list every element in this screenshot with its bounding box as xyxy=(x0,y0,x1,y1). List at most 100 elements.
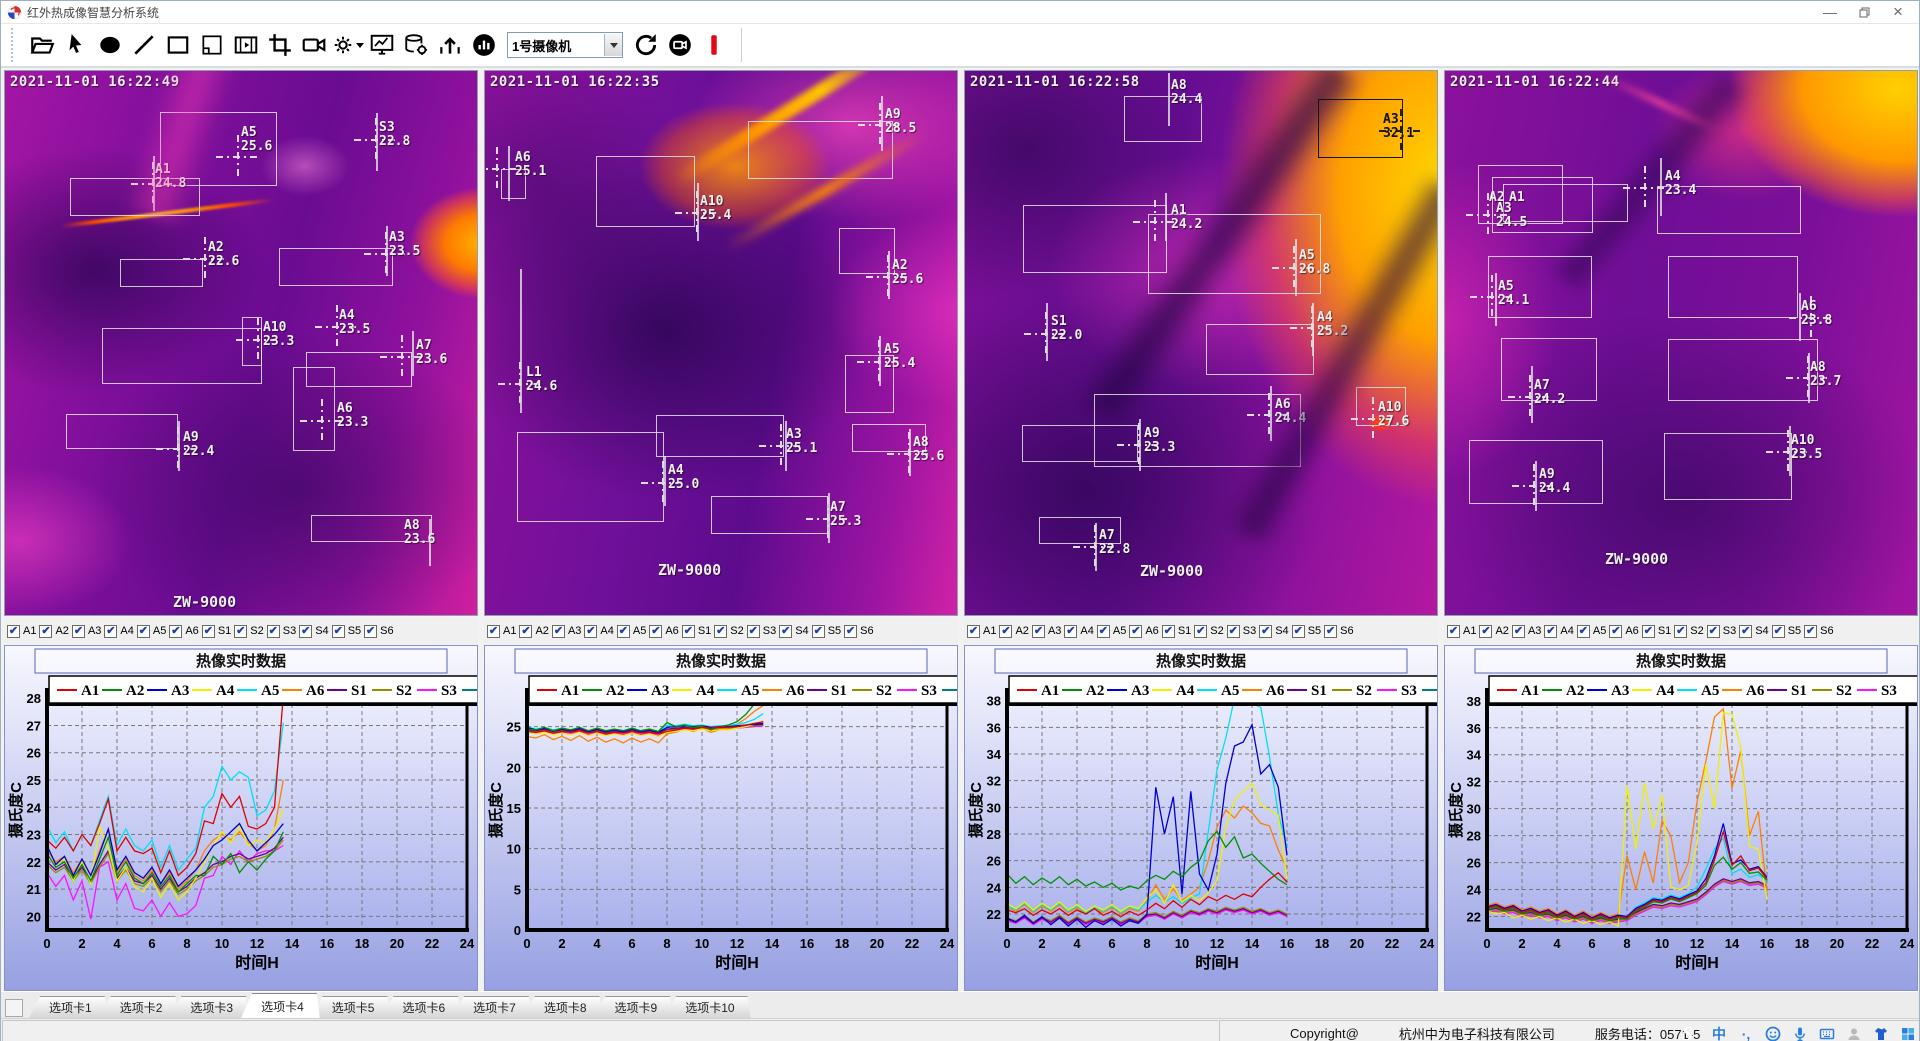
checkbox-a1[interactable]: ✔A1 xyxy=(7,625,36,638)
checkbox-a5[interactable]: ✔A5 xyxy=(137,625,166,638)
upload-button[interactable] xyxy=(434,29,466,61)
skin-icon[interactable] xyxy=(1872,1025,1890,1041)
minimize-button[interactable]: — xyxy=(1813,2,1847,22)
tab-选项卡10[interactable]: 选项卡10 xyxy=(665,996,750,1018)
checkbox-s1[interactable]: ✔S1 xyxy=(202,625,231,638)
roi-box-a3[interactable] xyxy=(656,415,784,457)
checkbox-s5[interactable]: ✔S5 xyxy=(812,625,841,638)
checkbox-s2[interactable]: ✔S2 xyxy=(1674,625,1703,638)
checkbox-s4[interactable]: ✔S4 xyxy=(1259,625,1288,638)
roi-box-a10[interactable] xyxy=(242,317,262,366)
roi-box-a6[interactable] xyxy=(293,367,335,451)
monitor-chart-button[interactable] xyxy=(366,29,398,61)
checkbox-s5[interactable]: ✔S5 xyxy=(332,625,361,638)
checkbox-a2[interactable]: ✔A2 xyxy=(1479,625,1508,638)
checkbox-a6[interactable]: ✔A6 xyxy=(1609,625,1638,638)
checkbox-a5[interactable]: ✔A5 xyxy=(1577,625,1606,638)
checkbox-s6[interactable]: ✔S6 xyxy=(1324,625,1353,638)
tab-选项卡6[interactable]: 选项卡6 xyxy=(382,996,461,1018)
checkbox-s3[interactable]: ✔S3 xyxy=(1707,625,1736,638)
roi-box-a4[interactable] xyxy=(517,432,664,522)
checkbox-s2[interactable]: ✔S2 xyxy=(714,625,743,638)
checkbox-a3[interactable]: ✔A3 xyxy=(1032,625,1061,638)
checkbox-a1[interactable]: ✔A1 xyxy=(1447,625,1476,638)
stats-circle-button[interactable] xyxy=(468,29,500,61)
camera-select[interactable]: 1号摄像机 xyxy=(507,32,623,58)
checkbox-s4[interactable]: ✔S4 xyxy=(299,625,328,638)
checkbox-a4[interactable]: ✔A4 xyxy=(1544,625,1573,638)
rect-tool-button[interactable] xyxy=(162,29,194,61)
roi-box-a10[interactable] xyxy=(1664,433,1792,500)
checkbox-s4[interactable]: ✔S4 xyxy=(1739,625,1768,638)
checkbox-a1[interactable]: ✔A1 xyxy=(487,625,516,638)
checkbox-a1[interactable]: ✔A1 xyxy=(967,625,996,638)
checkbox-a4[interactable]: ✔A4 xyxy=(104,625,133,638)
alert-red-button[interactable] xyxy=(698,29,730,61)
punctuation-icon[interactable]: ·, xyxy=(1737,1025,1755,1041)
checkbox-a4[interactable]: ✔A4 xyxy=(584,625,613,638)
video-frame-button[interactable] xyxy=(230,29,262,61)
roi-box-a10[interactable] xyxy=(102,328,262,384)
checkbox-a2[interactable]: ✔A2 xyxy=(999,625,1028,638)
keyboard-icon[interactable] xyxy=(1818,1025,1836,1041)
checkbox-a6[interactable]: ✔A6 xyxy=(1129,625,1158,638)
line-tool-button[interactable] xyxy=(128,29,160,61)
checkbox-s4[interactable]: ✔S4 xyxy=(779,625,808,638)
checkbox-a5[interactable]: ✔A5 xyxy=(1097,625,1126,638)
select-cursor-button[interactable] xyxy=(60,29,92,61)
checkbox-s6[interactable]: ✔S6 xyxy=(844,625,873,638)
checkbox-s6[interactable]: ✔S6 xyxy=(364,625,393,638)
checkbox-s3[interactable]: ✔S3 xyxy=(747,625,776,638)
capture-circle-button[interactable] xyxy=(664,29,696,61)
thermal-image-2[interactable]: 2021-11-01 16:22:35ZW-9000A6 25.1A10 25.… xyxy=(484,70,958,616)
tab-选项卡7[interactable]: 选项卡7 xyxy=(453,996,532,1018)
checkbox-s1[interactable]: ✔S1 xyxy=(682,625,711,638)
sogou-logo-icon[interactable]: S xyxy=(1674,1021,1701,1041)
roi-box-a9[interactable] xyxy=(66,414,178,449)
roi-box-a2[interactable] xyxy=(839,228,895,274)
checkbox-a5[interactable]: ✔A5 xyxy=(617,625,646,638)
mic-icon[interactable] xyxy=(1791,1025,1809,1041)
thermal-image-3[interactable]: 2021-11-01 16:22:58ZW-9000A8 24.4A3 32.1… xyxy=(964,70,1438,616)
checkbox-s1[interactable]: ✔S1 xyxy=(1162,625,1191,638)
checkbox-s3[interactable]: ✔S3 xyxy=(1227,625,1256,638)
close-button[interactable]: × xyxy=(1881,2,1915,22)
checkbox-s1[interactable]: ✔S1 xyxy=(1642,625,1671,638)
checkbox-s3[interactable]: ✔S3 xyxy=(267,625,296,638)
roi-box-a8[interactable] xyxy=(1668,339,1818,401)
refresh-button[interactable] xyxy=(630,29,662,61)
roi-box-a3[interactable] xyxy=(279,248,393,286)
user-icon[interactable] xyxy=(1845,1025,1863,1041)
database-config-button[interactable] xyxy=(400,29,432,61)
checkbox-a2[interactable]: ✔A2 xyxy=(39,625,68,638)
emoji-icon[interactable] xyxy=(1764,1025,1782,1041)
tab-选项卡3[interactable]: 选项卡3 xyxy=(170,996,249,1018)
tab-选项卡4[interactable]: 选项卡4 xyxy=(241,993,320,1018)
thermal-image-4[interactable]: 2021-11-01 16:22:44ZW-9000A2A1A3 24.5A4 … xyxy=(1444,70,1918,616)
checkbox-a3[interactable]: ✔A3 xyxy=(1512,625,1541,638)
checkbox-a2[interactable]: ✔A2 xyxy=(519,625,548,638)
open-folder-button[interactable] xyxy=(26,29,58,61)
roi-box-a4[interactable] xyxy=(1206,324,1314,375)
checkbox-a3[interactable]: ✔A3 xyxy=(72,625,101,638)
restore-button[interactable] xyxy=(1847,2,1881,22)
roi-box-a10[interactable] xyxy=(596,156,695,227)
checkbox-a3[interactable]: ✔A3 xyxy=(552,625,581,638)
roi-box-a9[interactable] xyxy=(748,121,893,179)
checkbox-s6[interactable]: ✔S6 xyxy=(1804,625,1833,638)
toolbox-icon[interactable] xyxy=(1899,1025,1917,1041)
camera-select-dropdown-button[interactable] xyxy=(604,34,622,56)
tab-选项卡8[interactable]: 选项卡8 xyxy=(524,996,603,1018)
roi-box-a1[interactable] xyxy=(1023,205,1167,273)
roi-box-a6[interactable] xyxy=(1668,256,1798,318)
camera-tool-button[interactable] xyxy=(298,29,330,61)
tab-选项卡5[interactable]: 选项卡5 xyxy=(312,996,391,1018)
region-tool-button[interactable] xyxy=(196,29,228,61)
tab-选项卡2[interactable]: 选项卡2 xyxy=(100,996,179,1018)
checkbox-a4[interactable]: ✔A4 xyxy=(1064,625,1093,638)
settings-gear-button[interactable] xyxy=(332,29,364,61)
tab-选项卡9[interactable]: 选项卡9 xyxy=(595,996,674,1018)
ellipse-tool-button[interactable] xyxy=(94,29,126,61)
checkbox-s5[interactable]: ✔S5 xyxy=(1772,625,1801,638)
checkbox-s5[interactable]: ✔S5 xyxy=(1292,625,1321,638)
